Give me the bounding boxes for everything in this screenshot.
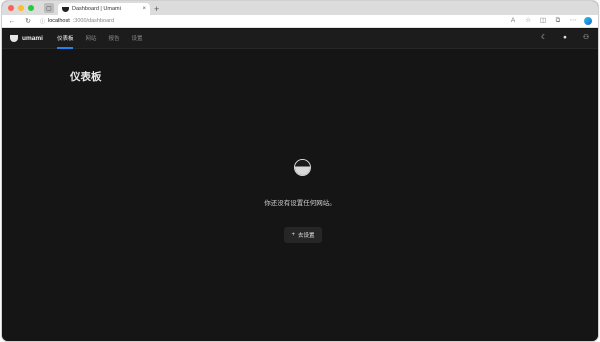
- app-header: umami 仪表板 网站 报告 设置 ☾ ● ⚇: [2, 29, 598, 49]
- main-content: 仪表板 你还没有设置任何网站。 + 去设置: [2, 50, 598, 341]
- nav-websites[interactable]: 网站: [85, 29, 96, 49]
- new-tab-button[interactable]: +: [154, 3, 159, 15]
- nav-reports[interactable]: 报告: [108, 29, 119, 49]
- tab-actions-icon[interactable]: ▢: [44, 3, 54, 13]
- umami-empty-icon: [295, 160, 310, 175]
- umami-favicon-icon: [62, 6, 69, 12]
- back-icon[interactable]: ←: [8, 18, 16, 25]
- collections-icon[interactable]: ⧉: [554, 17, 562, 25]
- umami-logo-icon: [10, 35, 18, 42]
- url-host: localhost: [48, 18, 70, 24]
- minimize-window-button[interactable]: [18, 5, 24, 11]
- brand-name: umami: [22, 35, 43, 42]
- tab-title: Dashboard | Umami: [72, 6, 121, 12]
- page-title: 仪表板: [70, 71, 102, 83]
- language-icon[interactable]: ●: [561, 35, 569, 42]
- address-bar[interactable]: ⓘ localhost:3000/dashboard: [40, 17, 501, 26]
- split-screen-icon[interactable]: ◫: [539, 17, 547, 25]
- main-nav: 仪表板 网站 报告 设置: [56, 29, 143, 49]
- tab-close-icon[interactable]: ×: [142, 6, 146, 12]
- window-controls: [2, 1, 40, 15]
- address-toolbar: ← ↻ ⓘ localhost:3000/dashboard A ☆ ◫ ⧉ ⋯: [2, 15, 598, 28]
- theme-toggle-icon[interactable]: ☾: [540, 35, 548, 42]
- header-actions: ☾ ● ⚇: [540, 35, 590, 42]
- brand-logo[interactable]: umami: [10, 35, 43, 42]
- url-path: :3000/dashboard: [72, 18, 115, 24]
- nav-dashboard[interactable]: 仪表板: [56, 29, 73, 49]
- nav-settings[interactable]: 设置: [132, 29, 143, 49]
- maximize-window-button[interactable]: [28, 5, 34, 11]
- go-setup-label: 去设置: [298, 233, 315, 239]
- tab-strip: ▢ Dashboard | Umami × +: [2, 1, 598, 15]
- edge-copilot-icon[interactable]: [584, 17, 592, 25]
- browser-tab[interactable]: Dashboard | Umami ×: [58, 3, 150, 15]
- empty-state-message: 你还没有设置任何网站。: [264, 200, 336, 207]
- reload-icon[interactable]: ↻: [24, 18, 32, 25]
- profile-icon[interactable]: ⚇: [582, 35, 590, 42]
- site-info-icon[interactable]: ⓘ: [40, 18, 45, 25]
- browser-window: ▢ Dashboard | Umami × + ← ↻ ⓘ localhost:…: [2, 1, 598, 341]
- favorite-icon[interactable]: ☆: [524, 17, 532, 25]
- read-aloud-icon[interactable]: A: [509, 17, 517, 25]
- more-icon[interactable]: ⋯: [569, 17, 577, 25]
- close-window-button[interactable]: [8, 5, 14, 11]
- toolbar-actions: A ☆ ◫ ⧉ ⋯: [509, 17, 592, 25]
- go-setup-button[interactable]: + 去设置: [284, 227, 322, 243]
- plus-icon: +: [291, 232, 295, 238]
